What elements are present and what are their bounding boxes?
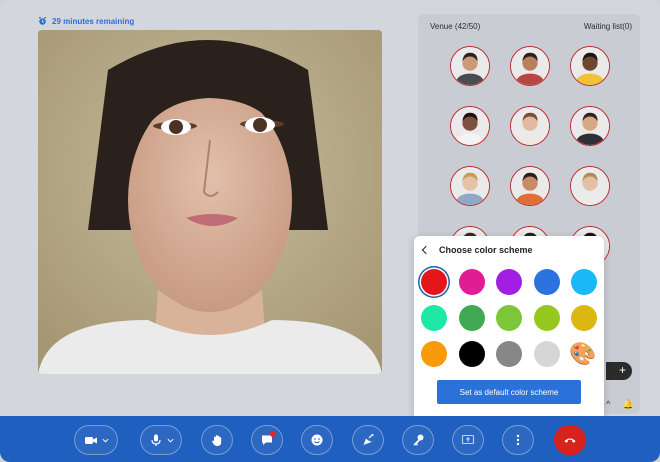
color-swatch[interactable] bbox=[458, 305, 485, 331]
waiting-list-link[interactable]: Waiting list(0) bbox=[584, 22, 632, 31]
alarm-clock-icon bbox=[38, 16, 47, 25]
color-scheme-popup: Choose color scheme 🎨 Set as default col… bbox=[414, 236, 604, 416]
participant-avatar[interactable] bbox=[510, 106, 550, 146]
smile-icon bbox=[311, 434, 323, 446]
add-participant-button[interactable]: + bbox=[606, 362, 632, 380]
participant-avatar[interactable] bbox=[570, 106, 610, 146]
microphone-button[interactable] bbox=[140, 425, 182, 455]
participant-avatar[interactable] bbox=[510, 46, 550, 86]
chevron-down-icon bbox=[102, 438, 108, 443]
participant-avatar[interactable] bbox=[510, 166, 550, 206]
more-button[interactable] bbox=[502, 425, 534, 455]
participant-avatar[interactable] bbox=[450, 166, 490, 206]
key-icon bbox=[413, 434, 424, 446]
emoji-button[interactable] bbox=[301, 425, 333, 455]
color-swatch[interactable] bbox=[533, 305, 560, 331]
bell-icon[interactable]: 🔔 bbox=[623, 399, 634, 410]
chat-button[interactable] bbox=[251, 425, 283, 455]
venue-title: Venue (42/50) bbox=[430, 22, 481, 31]
hangup-icon bbox=[564, 438, 576, 443]
camera-button[interactable] bbox=[74, 425, 118, 455]
color-swatch[interactable] bbox=[421, 269, 447, 295]
participant-avatar[interactable] bbox=[450, 106, 490, 146]
time-remaining-label: 29 minutes remaining bbox=[52, 16, 135, 26]
color-swatch[interactable] bbox=[458, 341, 485, 367]
share-screen-button[interactable] bbox=[452, 425, 484, 455]
camera-icon bbox=[84, 437, 97, 444]
broadcast-button[interactable] bbox=[352, 425, 384, 455]
set-default-scheme-button[interactable]: Set as default color scheme bbox=[437, 380, 581, 404]
screen-share-icon bbox=[461, 434, 475, 445]
chevron-up-icon[interactable]: ^ bbox=[606, 399, 610, 409]
raise-hand-button[interactable] bbox=[201, 425, 233, 455]
call-toolbar bbox=[0, 416, 660, 462]
color-swatch[interactable] bbox=[496, 269, 522, 295]
satellite-icon bbox=[363, 434, 374, 445]
time-remaining: 29 minutes remaining bbox=[38, 16, 134, 26]
speaker-video-image bbox=[38, 30, 382, 374]
meeting-app: 29 minutes remaining Venue (42/50) Waiti… bbox=[0, 0, 660, 462]
notification-badge bbox=[270, 431, 276, 437]
more-icon bbox=[516, 434, 520, 446]
custom-palette-icon[interactable]: 🎨 bbox=[569, 341, 596, 367]
color-swatch[interactable] bbox=[533, 341, 560, 367]
participant-avatar[interactable] bbox=[570, 166, 610, 206]
color-swatch[interactable] bbox=[571, 305, 597, 331]
end-call-button[interactable] bbox=[554, 425, 586, 455]
color-swatch[interactable] bbox=[496, 305, 522, 331]
microphone-icon bbox=[150, 434, 161, 446]
participant-avatar[interactable] bbox=[450, 46, 490, 86]
color-swatch[interactable] bbox=[496, 341, 522, 367]
main-video[interactable] bbox=[38, 30, 382, 374]
color-scheme-title: Choose color scheme bbox=[439, 245, 533, 255]
venue-controls: ^ 🔔 bbox=[600, 394, 640, 414]
color-swatch[interactable] bbox=[421, 341, 447, 367]
back-arrow-icon[interactable] bbox=[420, 245, 430, 255]
hand-icon bbox=[212, 435, 222, 446]
participant-avatar[interactable] bbox=[570, 46, 610, 86]
key-button[interactable] bbox=[402, 425, 434, 455]
color-swatch[interactable] bbox=[571, 269, 597, 295]
color-swatch[interactable] bbox=[458, 269, 485, 295]
color-swatch[interactable] bbox=[533, 269, 560, 295]
color-swatch[interactable] bbox=[421, 305, 447, 331]
chevron-down-icon bbox=[167, 438, 173, 443]
